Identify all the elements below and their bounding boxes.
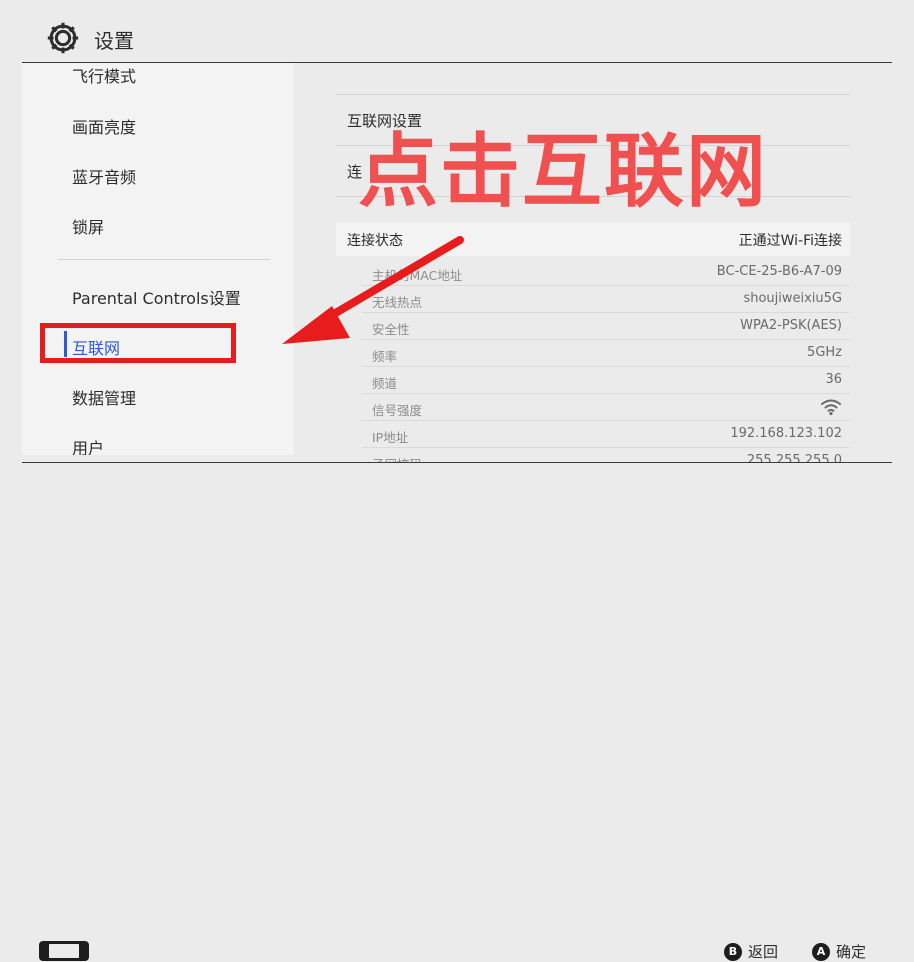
footer: B 返回 A 确定 bbox=[0, 463, 914, 961]
page-title: 设置 bbox=[94, 29, 134, 53]
connection-status-value: 正通过Wi-Fi连接 bbox=[738, 233, 842, 249]
sidebar-item-bluetooth-audio[interactable]: 蓝牙音频 bbox=[72, 164, 136, 188]
detail-value: 255.255.255.0 bbox=[746, 453, 842, 462]
detail-value: 5GHz bbox=[807, 345, 842, 360]
sidebar-item-parental-controls[interactable]: Parental Controls设置 bbox=[72, 285, 241, 309]
detail-row-subnet: 子网掩码 255.255.255.0 bbox=[362, 448, 850, 462]
sidebar-item-users[interactable]: 用户 bbox=[72, 435, 104, 455]
panel-divider bbox=[336, 94, 850, 95]
detail-key: IP地址 bbox=[372, 430, 409, 445]
arrow-annotation-icon bbox=[282, 236, 464, 344]
detail-row-ip: IP地址 192.168.123.102 bbox=[362, 421, 850, 448]
detail-value: shoujiweixiu5G bbox=[743, 291, 842, 306]
detail-value: WPA2-PSK(AES) bbox=[740, 318, 842, 333]
console-icon bbox=[39, 941, 89, 961]
back-label: 返回 bbox=[748, 943, 779, 961]
detail-value: BC-CE-25-B6-A7-09 bbox=[716, 264, 842, 279]
detail-row-signal: 信号强度 bbox=[362, 394, 850, 421]
confirm-label: 确定 bbox=[836, 943, 867, 961]
highlight-box bbox=[40, 323, 236, 363]
detail-key: 信号强度 bbox=[372, 403, 423, 418]
sidebar: 飞行模式 画面亮度 蓝牙音频 锁屏 Parental Controls设置 互联… bbox=[22, 63, 294, 455]
annotation-text: 点击互联网 bbox=[358, 125, 768, 218]
back-button[interactable]: B 返回 bbox=[724, 941, 778, 962]
a-key-icon: A bbox=[812, 942, 830, 961]
detail-key: 子网掩码 bbox=[372, 454, 422, 462]
gear-icon bbox=[47, 22, 79, 54]
sidebar-item-screen-lock[interactable]: 锁屏 bbox=[72, 214, 104, 238]
detail-value: 192.168.123.102 bbox=[730, 426, 842, 441]
wifi-signal-icon bbox=[821, 399, 841, 416]
header: 设置 bbox=[0, 0, 914, 62]
sidebar-item-airplane-mode[interactable]: 飞行模式 bbox=[72, 63, 136, 87]
confirm-button[interactable]: A 确定 bbox=[812, 941, 866, 962]
sidebar-item-data-management[interactable]: 数据管理 bbox=[72, 385, 136, 409]
b-key-icon: B bbox=[724, 942, 742, 961]
sidebar-item-screen-brightness[interactable]: 画面亮度 bbox=[72, 114, 136, 138]
sidebar-divider bbox=[58, 259, 270, 260]
detail-value: 36 bbox=[825, 372, 842, 387]
detail-row-channel: 频道 36 bbox=[362, 367, 850, 394]
detail-key: 频道 bbox=[372, 376, 398, 391]
